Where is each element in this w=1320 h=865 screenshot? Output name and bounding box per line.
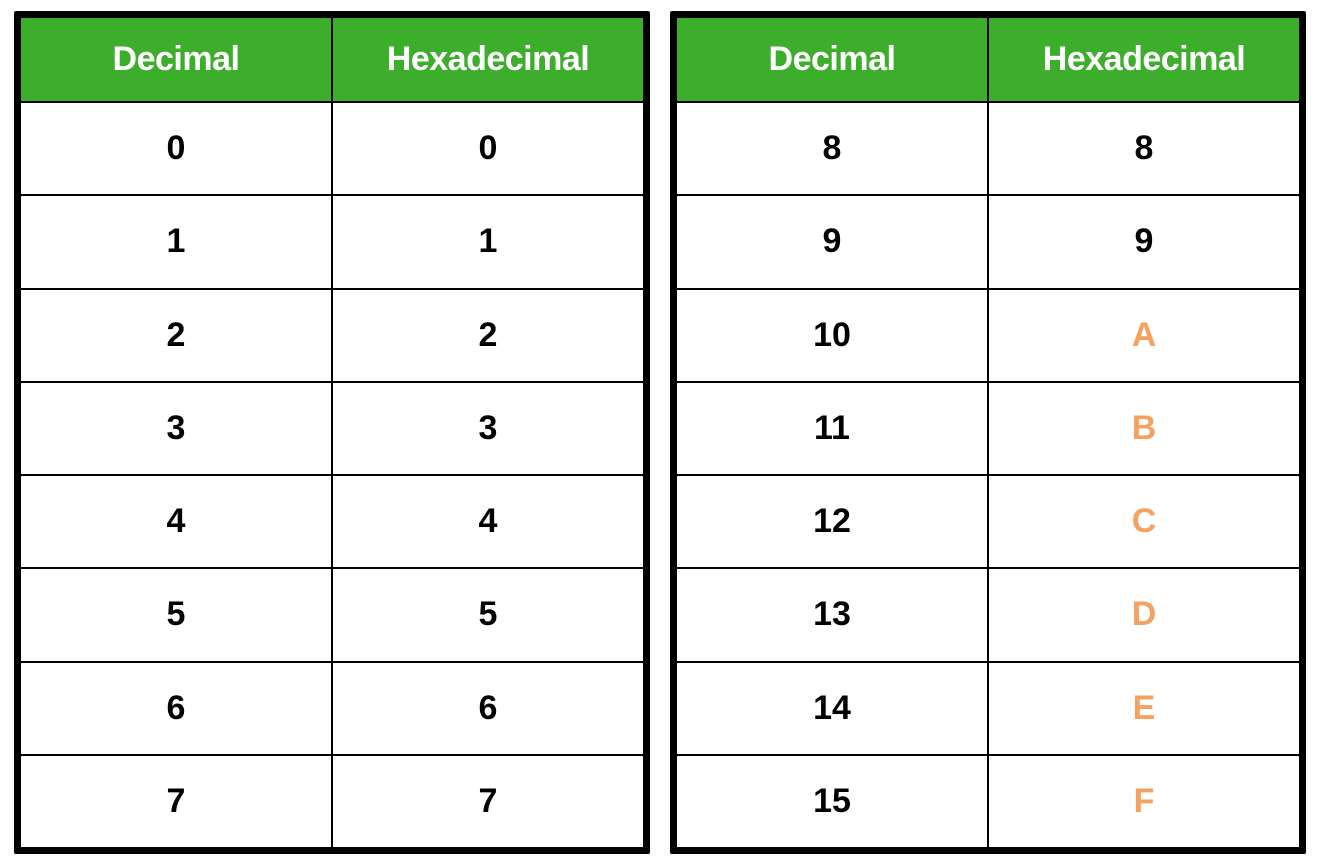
cell-decimal: 0 xyxy=(20,102,332,195)
cell-hex: A xyxy=(988,289,1300,382)
decimal-hex-table-left: Decimal Hexadecimal 0 0 1 1 2 2 3 3 4 xyxy=(19,16,645,849)
cell-hex: 2 xyxy=(332,289,644,382)
cell-hex: 7 xyxy=(332,755,644,848)
table-row: 11 B xyxy=(676,382,1300,475)
header-decimal-left: Decimal xyxy=(20,17,332,102)
table-row: 12 C xyxy=(676,475,1300,568)
cell-decimal: 11 xyxy=(676,382,988,475)
cell-decimal: 12 xyxy=(676,475,988,568)
cell-hex: 5 xyxy=(332,568,644,661)
header-hexadecimal-right: Hexadecimal xyxy=(988,17,1300,102)
cell-hex: B xyxy=(988,382,1300,475)
cell-decimal: 10 xyxy=(676,289,988,382)
cell-hex: C xyxy=(988,475,1300,568)
cell-decimal: 2 xyxy=(20,289,332,382)
table-row: 13 D xyxy=(676,568,1300,661)
cell-decimal: 14 xyxy=(676,662,988,755)
cell-decimal: 15 xyxy=(676,755,988,848)
table-row: 7 7 xyxy=(20,755,644,848)
table-row: 2 2 xyxy=(20,289,644,382)
cell-hex: 9 xyxy=(988,195,1300,288)
cell-hex: D xyxy=(988,568,1300,661)
table-row: 8 8 xyxy=(676,102,1300,195)
table-row: 10 A xyxy=(676,289,1300,382)
cell-hex: 8 xyxy=(988,102,1300,195)
cell-decimal: 1 xyxy=(20,195,332,288)
cell-hex: 0 xyxy=(332,102,644,195)
cell-decimal: 9 xyxy=(676,195,988,288)
cell-hex: 6 xyxy=(332,662,644,755)
cell-hex: F xyxy=(988,755,1300,848)
cell-decimal: 6 xyxy=(20,662,332,755)
table-row: 14 E xyxy=(676,662,1300,755)
header-hexadecimal-left: Hexadecimal xyxy=(332,17,644,102)
cell-decimal: 7 xyxy=(20,755,332,848)
decimal-hex-table-right: Decimal Hexadecimal 8 8 9 9 10 A 11 B 12 xyxy=(675,16,1301,849)
cell-decimal: 8 xyxy=(676,102,988,195)
table-row: 5 5 xyxy=(20,568,644,661)
right-table-container: Decimal Hexadecimal 8 8 9 9 10 A 11 B 12 xyxy=(670,11,1306,854)
cell-hex: 1 xyxy=(332,195,644,288)
table-row: 6 6 xyxy=(20,662,644,755)
cell-hex: 4 xyxy=(332,475,644,568)
cell-decimal: 3 xyxy=(20,382,332,475)
cell-hex: 3 xyxy=(332,382,644,475)
table-row: 3 3 xyxy=(20,382,644,475)
left-table-container: Decimal Hexadecimal 0 0 1 1 2 2 3 3 4 xyxy=(14,11,650,854)
table-row: 9 9 xyxy=(676,195,1300,288)
table-row: 0 0 xyxy=(20,102,644,195)
cell-decimal: 4 xyxy=(20,475,332,568)
table-row: 1 1 xyxy=(20,195,644,288)
cell-decimal: 13 xyxy=(676,568,988,661)
table-row: 4 4 xyxy=(20,475,644,568)
cell-hex: E xyxy=(988,662,1300,755)
cell-decimal: 5 xyxy=(20,568,332,661)
header-decimal-right: Decimal xyxy=(676,17,988,102)
table-row: 15 F xyxy=(676,755,1300,848)
